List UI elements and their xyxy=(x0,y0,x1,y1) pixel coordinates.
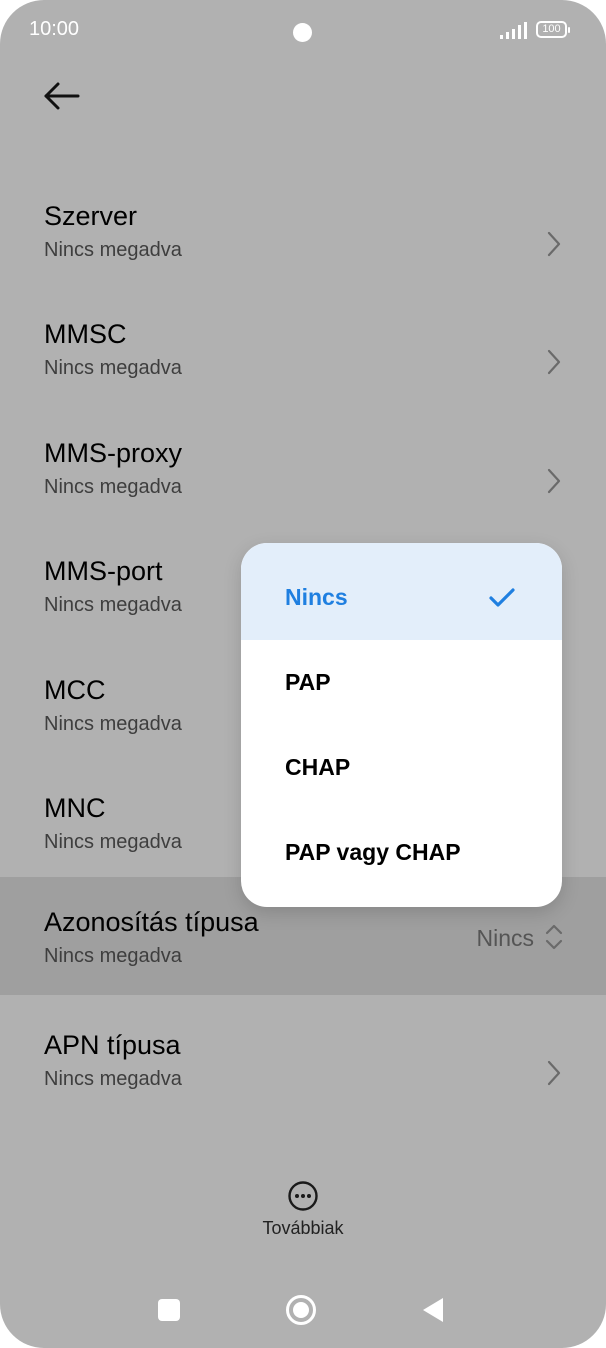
chevron-up-down-icon xyxy=(545,924,563,950)
option-label: PAP xyxy=(285,669,331,695)
battery-icon: 100 xyxy=(536,21,570,38)
row-subtitle: Nincs megadva xyxy=(44,1068,182,1090)
arrow-left-icon[interactable] xyxy=(40,78,84,118)
setting-row-server[interactable]: Szerver Nincs megadva xyxy=(0,185,606,303)
option-pap-or-chap[interactable]: PAP vagy CHAP xyxy=(241,810,562,895)
row-title: MNC xyxy=(44,793,106,823)
row-subtitle: Nincs megadva xyxy=(44,594,182,616)
row-subtitle: Nincs megadva xyxy=(44,357,182,379)
more-label: Továbbiak xyxy=(262,1218,344,1238)
row-subtitle: Nincs megadva xyxy=(44,945,182,967)
row-subtitle: Nincs megadva xyxy=(44,713,182,735)
recent-apps-icon[interactable] xyxy=(158,1299,180,1321)
setting-row-mmsc[interactable]: MMSC Nincs megadva xyxy=(0,303,606,421)
setting-row-apn-type[interactable]: APN típusa Nincs megadva xyxy=(0,1014,606,1132)
chevron-right-icon xyxy=(547,349,561,375)
nav-back-icon[interactable] xyxy=(421,1296,445,1324)
home-icon[interactable] xyxy=(285,1294,317,1326)
option-pap[interactable]: PAP xyxy=(241,640,562,725)
signal-icon xyxy=(500,22,527,39)
row-title: Szerver xyxy=(44,201,138,231)
checkmark-icon xyxy=(489,588,515,607)
option-nincs[interactable]: Nincs xyxy=(241,543,562,640)
more-dots-icon xyxy=(288,1181,318,1211)
row-subtitle: Nincs megadva xyxy=(44,239,182,261)
row-title: MMS-port xyxy=(44,556,163,586)
option-label: CHAP xyxy=(285,754,351,780)
chevron-right-icon xyxy=(547,468,561,494)
row-title: MMS-proxy xyxy=(44,438,183,468)
setting-row-mms-proxy[interactable]: MMS-proxy Nincs megadva xyxy=(0,422,606,540)
row-subtitle: Nincs megadva xyxy=(44,831,182,853)
auth-type-value: Nincs xyxy=(476,925,534,951)
row-subtitle: Nincs megadva xyxy=(44,476,182,498)
auth-type-popup: Nincs PAP CHAP PAP vagy CHAP xyxy=(241,543,562,907)
row-title: Azonosítás típusa xyxy=(44,907,259,937)
chevron-right-icon xyxy=(547,1060,561,1086)
row-title: MCC xyxy=(44,675,106,705)
option-label: Nincs xyxy=(285,584,348,610)
status-time: 10:00 xyxy=(29,18,80,40)
camera-cutout xyxy=(293,23,312,42)
screen: 10:00 100 Szerver Nincs megadva MMSC Nin… xyxy=(0,0,606,1348)
row-title: MMSC xyxy=(44,319,127,349)
option-chap[interactable]: CHAP xyxy=(241,725,562,810)
option-label: PAP vagy CHAP xyxy=(285,839,461,865)
more-button[interactable]: Továbbiak xyxy=(253,1180,353,1244)
row-title: APN típusa xyxy=(44,1030,181,1060)
chevron-right-icon xyxy=(547,231,561,257)
